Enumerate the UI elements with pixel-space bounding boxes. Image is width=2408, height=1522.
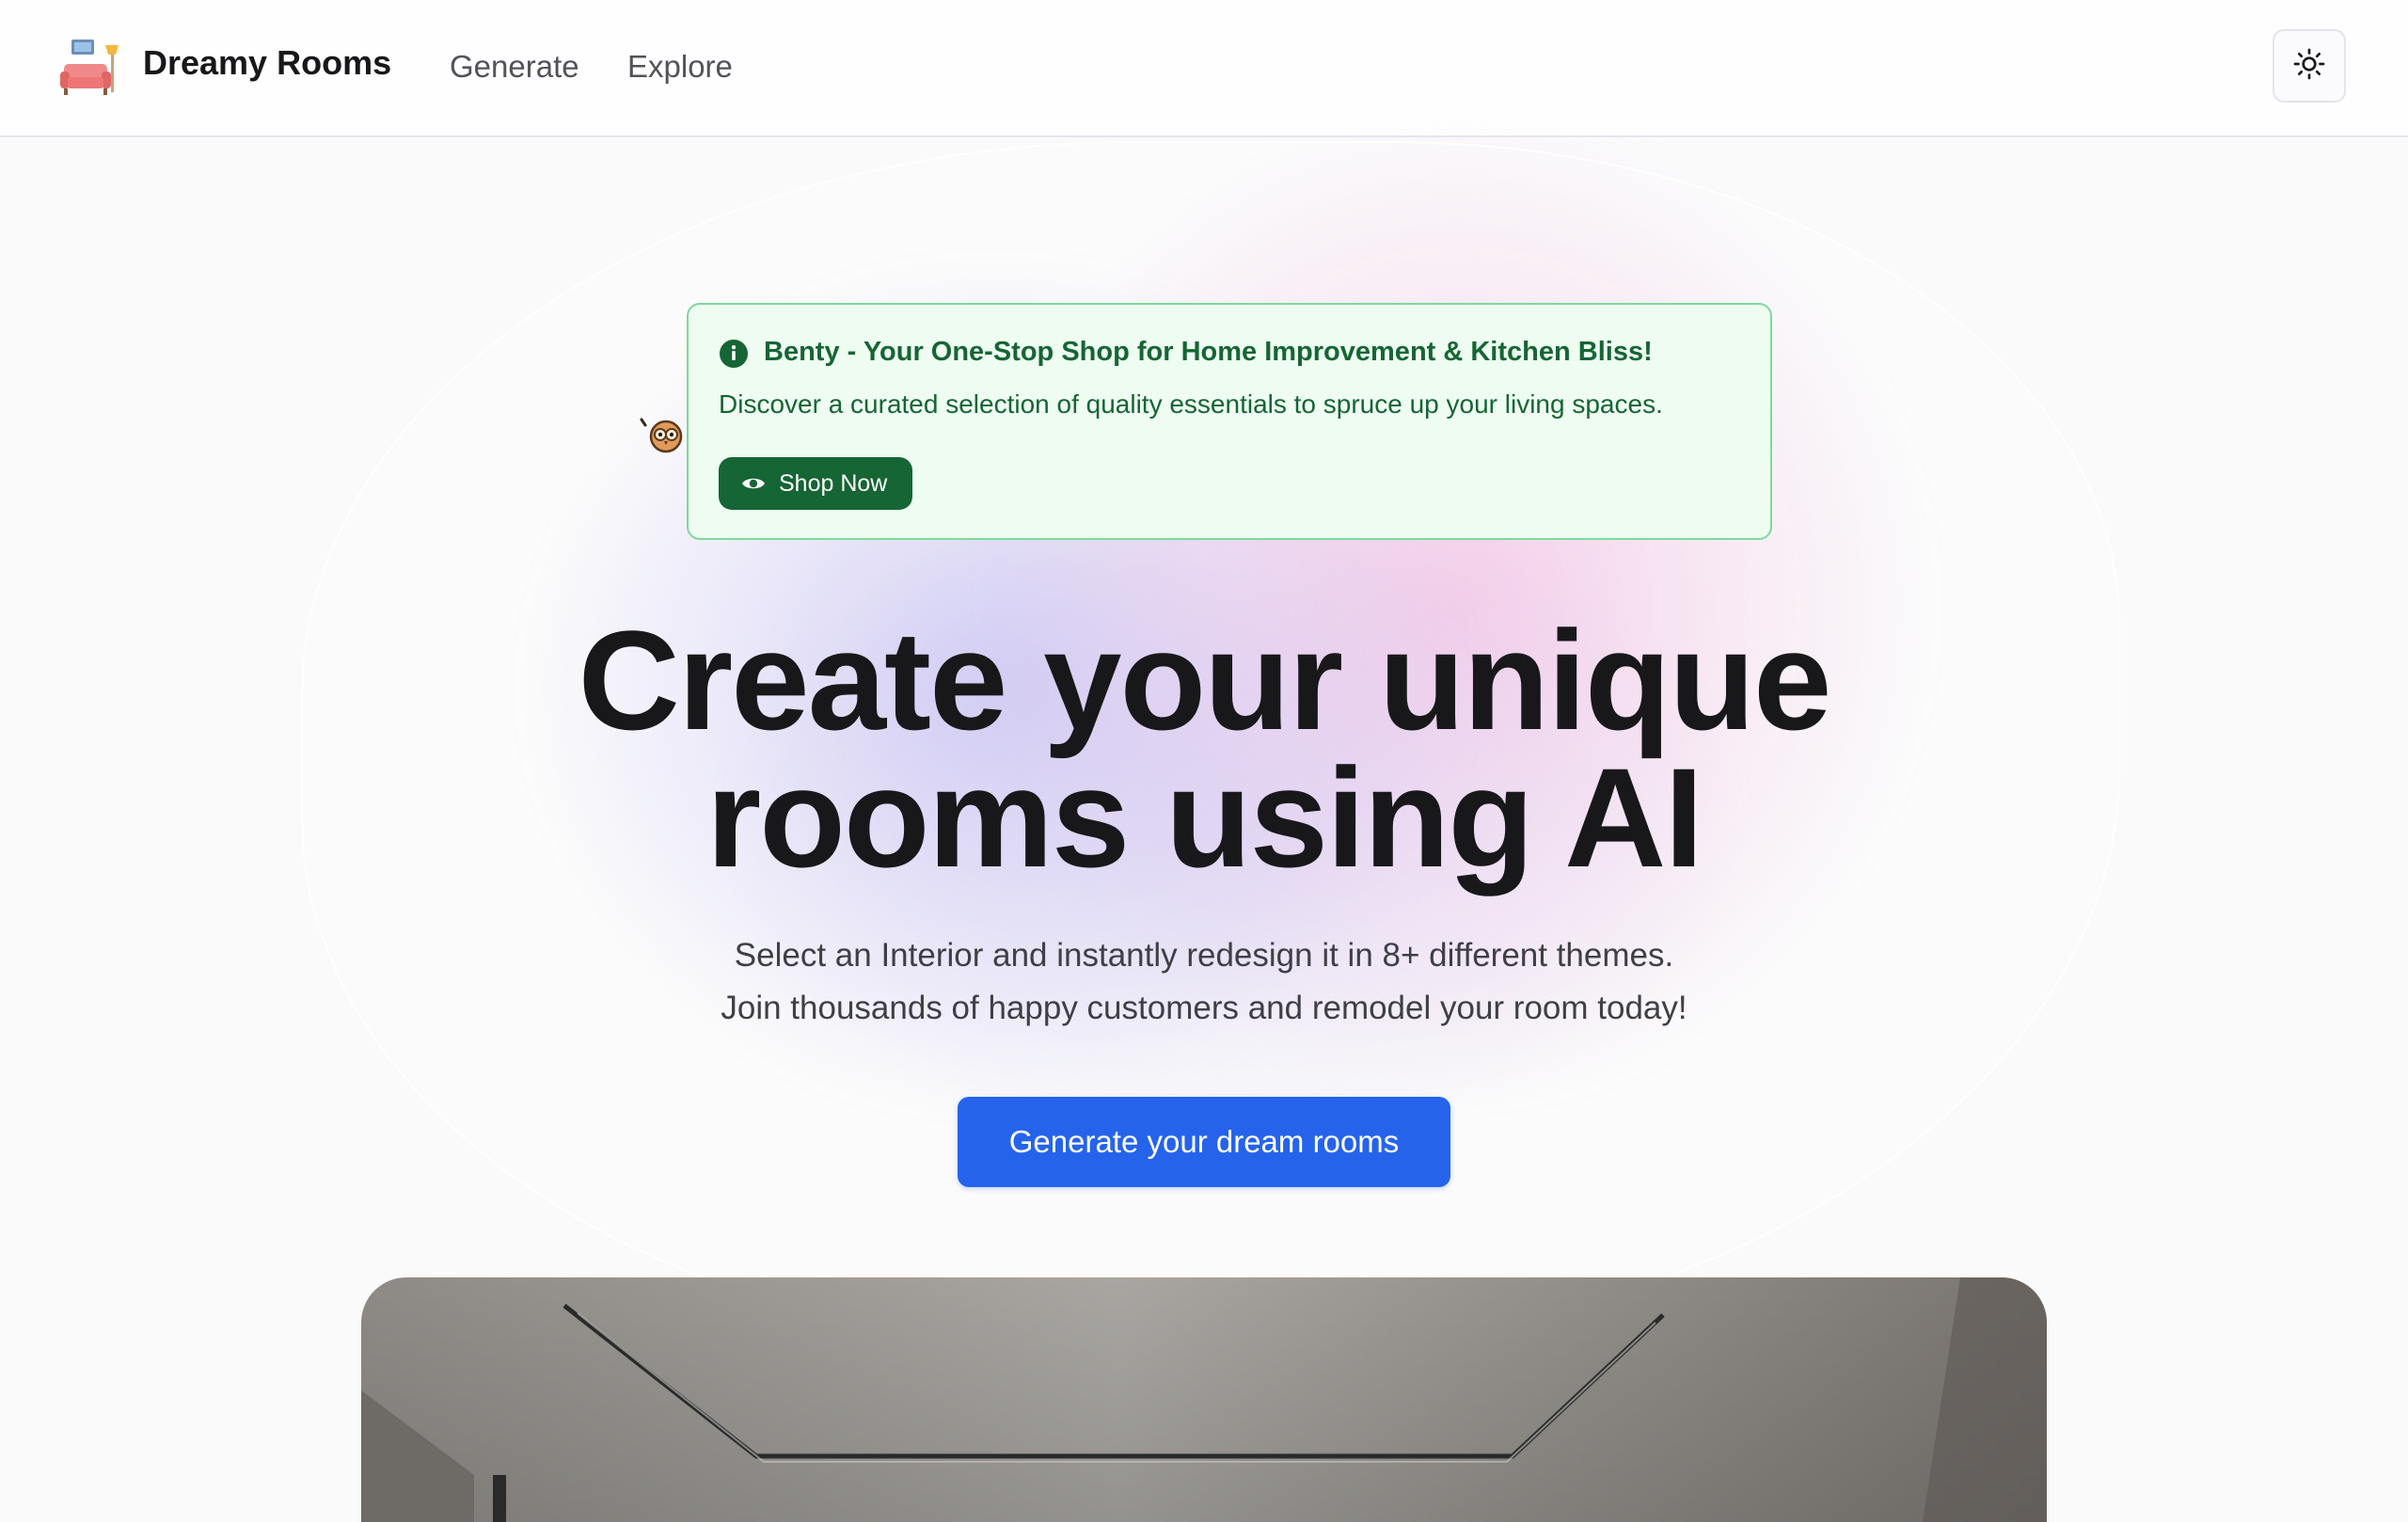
- theme-toggle-button[interactable]: [2273, 29, 2346, 103]
- brand-name[interactable]: Dreamy Rooms: [143, 43, 391, 83]
- owl-mascot-icon: [640, 416, 683, 453]
- alert-title: Benty - Your One-Stop Shop for Home Impr…: [764, 337, 1653, 367]
- hero-subtitle: Select an Interior and instantly redesig…: [452, 929, 1956, 1035]
- sofa-icon[interactable]: [58, 38, 122, 98]
- hero-title-line-1: Create your unique: [578, 601, 1832, 759]
- nav-generate[interactable]: Generate: [450, 49, 579, 85]
- hero-subtitle-line-1: Select an Interior and instantly redesig…: [734, 937, 1674, 974]
- sun-icon: [2292, 47, 2326, 86]
- generate-dream-rooms-button[interactable]: Generate your dream rooms: [958, 1097, 1450, 1187]
- nav-explore[interactable]: Explore: [627, 49, 733, 85]
- hero-title-line-2: rooms using AI: [705, 738, 1703, 896]
- hero-subtitle-line-2: Join thousands of happy customers and re…: [721, 990, 1687, 1026]
- shop-now-button[interactable]: Shop Now: [719, 457, 912, 510]
- top-navbar: Dreamy Rooms Generate Explore: [0, 0, 2408, 137]
- promo-alert: Benty - Your One-Stop Shop for Home Impr…: [687, 303, 1772, 540]
- room-preview-image: [361, 1277, 2047, 1522]
- eye-icon: [741, 471, 766, 496]
- info-icon: [719, 339, 749, 369]
- shop-now-label: Shop Now: [779, 469, 888, 497]
- alert-description: Discover a curated selection of quality …: [719, 389, 1663, 419]
- hero-title: Create your unique rooms using AI: [452, 601, 1956, 896]
